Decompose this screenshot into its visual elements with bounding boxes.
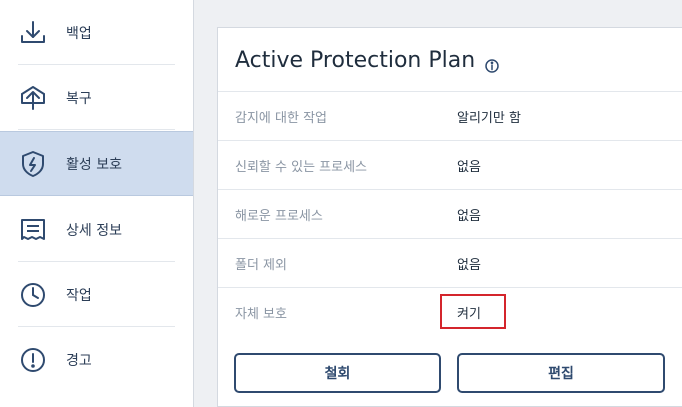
sidebar-item-label: 복구 bbox=[66, 90, 92, 107]
sidebar-item-alerts[interactable]: 경고 bbox=[0, 327, 193, 392]
plan-row-detection-action: 감지에 대한 작업 알리기만 함 bbox=[218, 91, 682, 140]
info-icon[interactable] bbox=[485, 54, 499, 73]
sidebar-item-recovery[interactable]: 복구 bbox=[0, 65, 193, 130]
row-label: 감지에 대한 작업 bbox=[235, 111, 327, 126]
sidebar: 백업 복구 활성 보호 상세 정보 작업 경고 bbox=[0, 0, 194, 407]
row-value: 없음 bbox=[457, 209, 481, 224]
recovery-icon bbox=[18, 83, 48, 113]
row-value: 없음 bbox=[457, 258, 481, 273]
protection-plan-panel: Active Protection Plan 감지에 대한 작업 알리기만 함 … bbox=[217, 27, 682, 407]
sidebar-item-label: 작업 bbox=[66, 287, 92, 304]
sidebar-item-label: 경고 bbox=[66, 352, 92, 369]
details-icon bbox=[18, 215, 48, 245]
row-label: 해로운 프로세스 bbox=[235, 209, 323, 224]
panel-title-text: Active Protection Plan bbox=[235, 48, 476, 73]
row-label: 자체 보호 bbox=[235, 307, 287, 322]
row-value: 없음 bbox=[457, 160, 481, 175]
clock-icon bbox=[18, 280, 48, 310]
sidebar-item-label: 백업 bbox=[66, 25, 92, 42]
sidebar-item-active-protection[interactable]: 활성 보호 bbox=[0, 131, 193, 196]
plan-row-harmful-processes: 해로운 프로세스 없음 bbox=[218, 189, 682, 238]
backup-icon bbox=[18, 18, 48, 48]
plan-row-folder-exclusions: 폴더 제외 없음 bbox=[218, 238, 682, 287]
panel-title: Active Protection Plan bbox=[235, 48, 499, 73]
row-value: 켜기 bbox=[457, 307, 481, 322]
revoke-button[interactable]: 철회 bbox=[234, 353, 441, 393]
sidebar-item-label: 상세 정보 bbox=[66, 222, 122, 239]
plan-row-self-protection: 자체 보호 켜기 bbox=[218, 287, 682, 336]
sidebar-item-details[interactable]: 상세 정보 bbox=[0, 197, 193, 262]
row-value: 알리기만 함 bbox=[457, 111, 521, 126]
sidebar-item-tasks[interactable]: 작업 bbox=[0, 262, 193, 327]
row-label: 폴더 제외 bbox=[235, 258, 287, 273]
shield-icon bbox=[18, 149, 48, 179]
alert-icon bbox=[18, 345, 48, 375]
sidebar-item-backup[interactable]: 백업 bbox=[0, 0, 193, 65]
row-label: 신뢰할 수 있는 프로세스 bbox=[235, 160, 367, 175]
plan-row-trusted-processes: 신뢰할 수 있는 프로세스 없음 bbox=[218, 140, 682, 189]
edit-button[interactable]: 편집 bbox=[457, 353, 665, 393]
sidebar-item-label: 활성 보호 bbox=[66, 156, 122, 173]
